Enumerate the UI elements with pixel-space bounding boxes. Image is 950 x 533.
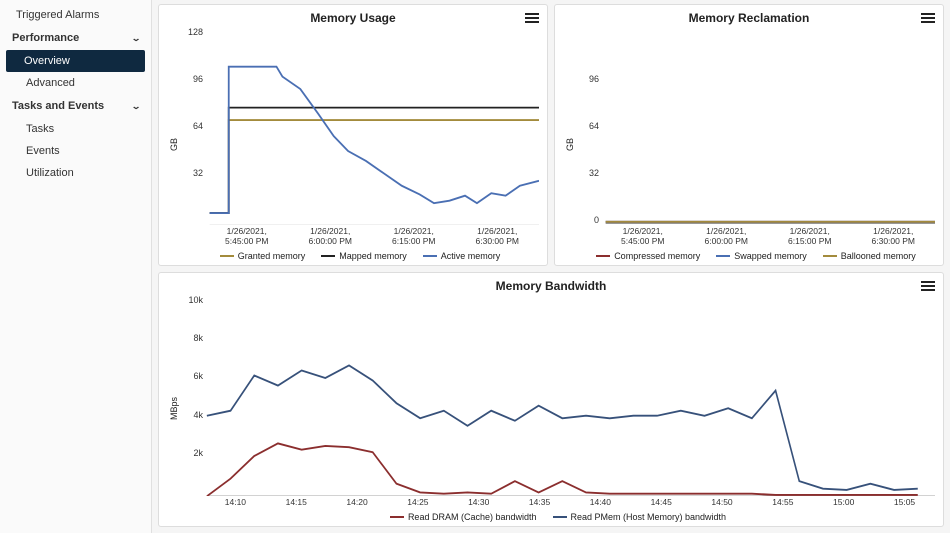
- x-tick: 1/26/2021,6:30:00 PM: [456, 227, 540, 247]
- x-tick: 1/26/2021,5:45:00 PM: [601, 227, 685, 247]
- chart-card-memory-reclamation: Memory Reclamation GB 96 64 32 0: [554, 4, 944, 266]
- legend-item[interactable]: Granted memory: [220, 251, 306, 261]
- x-tick: 1/26/2021,5:45:00 PM: [205, 227, 289, 247]
- sidebar-item-overview[interactable]: Overview: [6, 50, 145, 72]
- chart-menu-icon[interactable]: [921, 279, 935, 293]
- legend-item[interactable]: Read PMem (Host Memory) bandwidth: [553, 512, 727, 522]
- main-content: Memory Usage GB 128 96 64 32: [152, 0, 950, 533]
- sidebar-item-alarms[interactable]: Triggered Alarms: [0, 4, 151, 26]
- x-tick: 14:35: [509, 498, 570, 508]
- y-axis-label: GB: [563, 27, 577, 261]
- legend-item[interactable]: Compressed memory: [596, 251, 700, 261]
- x-tick: 15:00: [813, 498, 874, 508]
- sidebar-item-events[interactable]: Events: [0, 140, 151, 162]
- chart-plot-memory-bandwidth[interactable]: 10k 8k 6k 4k 2k: [181, 295, 935, 496]
- chart-card-memory-bandwidth: Memory Bandwidth MBps 10k 8k 6k 4k 2k: [158, 272, 944, 527]
- x-tick: 14:55: [752, 498, 813, 508]
- x-tick: 1/26/2021,6:15:00 PM: [768, 227, 852, 247]
- sidebar-item-tasks[interactable]: Tasks: [0, 118, 151, 140]
- chart-title: Memory Reclamation: [563, 11, 935, 25]
- x-tick: 14:50: [692, 498, 753, 508]
- chart-plot-memory-usage[interactable]: 128 96 64 32: [181, 27, 539, 225]
- legend-item[interactable]: Ballooned memory: [823, 251, 916, 261]
- legend-item[interactable]: Active memory: [423, 251, 501, 261]
- x-tick: 1/26/2021,6:00:00 PM: [685, 227, 769, 247]
- sidebar-header-performance[interactable]: Performance ⌄: [0, 26, 151, 50]
- chart-card-memory-usage: Memory Usage GB 128 96 64 32: [158, 4, 548, 266]
- chevron-down-icon: ⌄: [131, 33, 141, 43]
- chart-menu-icon[interactable]: [921, 11, 935, 25]
- chart-title: Memory Bandwidth: [167, 279, 935, 293]
- chart-menu-icon[interactable]: [525, 11, 539, 25]
- sidebar-header-label: Tasks and Events: [12, 100, 104, 112]
- x-tick: 14:30: [448, 498, 509, 508]
- chart-title: Memory Usage: [167, 11, 539, 25]
- x-tick: 14:25: [387, 498, 448, 508]
- x-tick: 1/26/2021,6:15:00 PM: [372, 227, 456, 247]
- y-axis-label: GB: [167, 27, 181, 261]
- legend-item[interactable]: Mapped memory: [321, 251, 407, 261]
- chart-legend: Read DRAM (Cache) bandwidth Read PMem (H…: [181, 512, 935, 522]
- y-axis-label: MBps: [167, 295, 181, 522]
- legend-item[interactable]: Read DRAM (Cache) bandwidth: [390, 512, 537, 522]
- x-tick: 14:20: [327, 498, 388, 508]
- chart-legend: Compressed memory Swapped memory Balloon…: [577, 251, 935, 261]
- x-tick: 1/26/2021,6:30:00 PM: [852, 227, 936, 247]
- sidebar: Triggered Alarms Performance ⌄ Overview …: [0, 0, 152, 533]
- x-tick: 14:45: [631, 498, 692, 508]
- chevron-down-icon: ⌄: [131, 101, 141, 111]
- chart-legend: Granted memory Mapped memory Active memo…: [181, 251, 539, 261]
- sidebar-header-tasks-events[interactable]: Tasks and Events ⌄: [0, 94, 151, 118]
- chart-plot-memory-reclamation[interactable]: 96 64 32 0: [577, 27, 935, 225]
- x-tick: 14:40: [570, 498, 631, 508]
- x-tick: 14:15: [266, 498, 327, 508]
- sidebar-item-advanced[interactable]: Advanced: [0, 72, 151, 94]
- x-tick: 1/26/2021,6:00:00 PM: [289, 227, 373, 247]
- legend-item[interactable]: Swapped memory: [716, 251, 807, 261]
- sidebar-item-utilization[interactable]: Utilization: [0, 162, 151, 184]
- x-tick: 15:05: [874, 498, 935, 508]
- x-tick: 14:10: [205, 498, 266, 508]
- sidebar-header-label: Performance: [12, 32, 79, 44]
